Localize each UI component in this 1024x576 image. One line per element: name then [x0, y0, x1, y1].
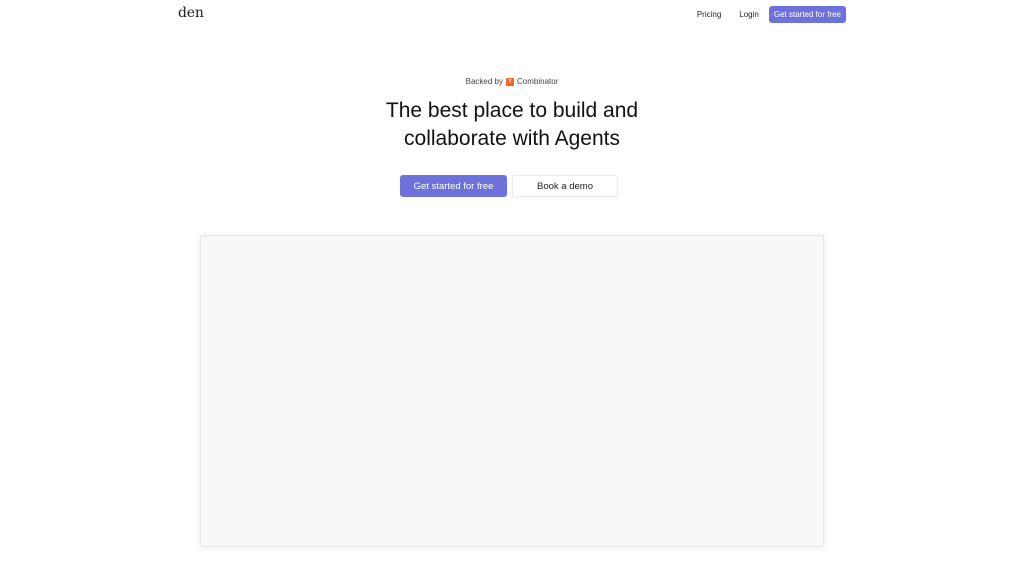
nav-get-started-button[interactable]: Get started for free [768, 6, 846, 23]
headline-line-2: collaborate with Agents [404, 127, 620, 150]
hero-headline: The best place to build and collaborate … [0, 97, 1024, 153]
headline-line-1: The best place to build and [385, 99, 639, 122]
product-preview-panel [200, 235, 824, 547]
y-combinator-icon: Y [506, 77, 514, 86]
nav-actions: Pricing Login Get started for free [689, 6, 846, 23]
backed-by-label: Backed by [465, 77, 503, 86]
pricing-link[interactable]: Pricing [689, 6, 729, 23]
hero-cta-row: Get started for free Book a demo [0, 175, 1024, 197]
book-demo-button[interactable]: Book a demo [512, 175, 618, 197]
login-button[interactable]: Login [733, 6, 765, 23]
get-started-button[interactable]: Get started for free [400, 175, 507, 197]
backed-by-banner: Backed by Y Combinator [0, 77, 1024, 86]
top-nav: den Pricing Login Get started for free [0, 0, 1024, 30]
logo[interactable]: den [178, 5, 204, 21]
combinator-label: Combinator [517, 77, 559, 86]
